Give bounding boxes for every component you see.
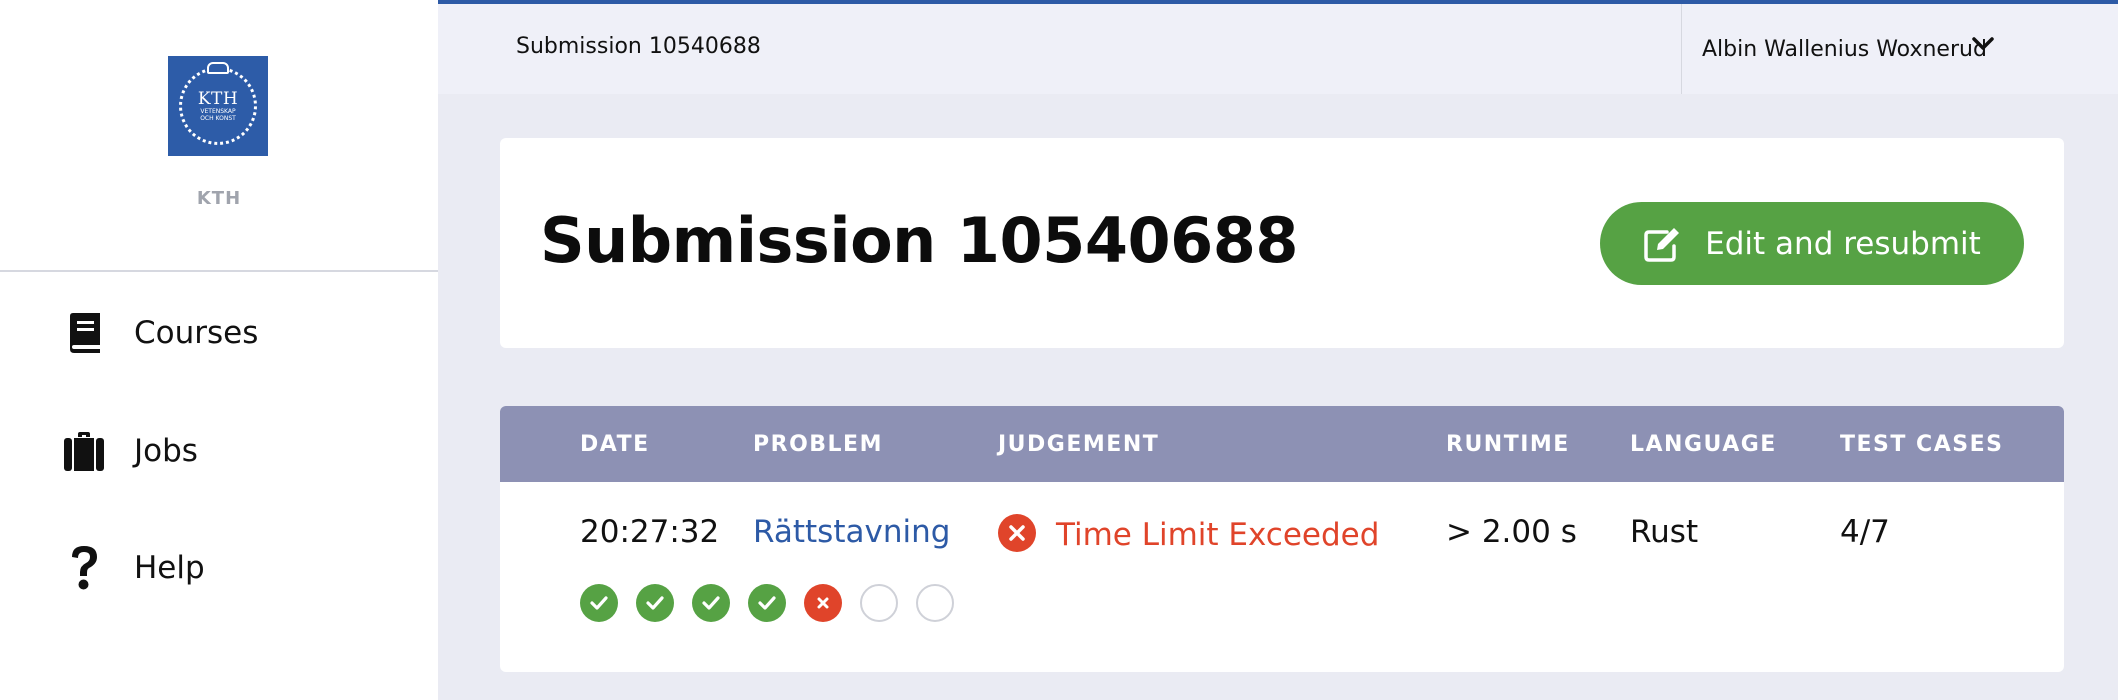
test-case-pass-icon[interactable] bbox=[636, 584, 674, 622]
org-name: KTH bbox=[196, 188, 242, 209]
column-header-judgement: JUDGEMENT bbox=[998, 432, 1160, 457]
chevron-down-icon[interactable] bbox=[1972, 36, 1994, 56]
org-logo[interactable]: KTH VETENSKAP OCH KONST bbox=[168, 56, 268, 156]
column-header-test-cases: TEST CASES bbox=[1840, 432, 2004, 457]
sidebar: KTH VETENSKAP OCH KONST KTH Courses Jobs… bbox=[0, 0, 438, 700]
test-case-fail-icon[interactable] bbox=[804, 584, 842, 622]
error-icon bbox=[998, 514, 1036, 556]
column-header-language: LANGUAGE bbox=[1630, 432, 1777, 457]
cell-judgement: Time Limit Exceeded bbox=[998, 514, 1379, 556]
test-case-pass-icon[interactable] bbox=[692, 584, 730, 622]
cell-language: Rust bbox=[1630, 514, 1699, 550]
test-case-results bbox=[580, 584, 972, 622]
sidebar-header: KTH VETENSKAP OCH KONST KTH bbox=[0, 0, 438, 272]
column-header-date: DATE bbox=[580, 432, 650, 457]
briefcase-icon bbox=[64, 429, 104, 473]
problem-link[interactable]: Rättstavning bbox=[753, 514, 950, 550]
table-header-row: DATE PROBLEM JUDGEMENT RUNTIME LANGUAGE … bbox=[500, 406, 2064, 482]
sidebar-item-help[interactable]: Help bbox=[64, 543, 205, 593]
sidebar-item-label: Help bbox=[134, 550, 205, 586]
logo-subtext-1: VETENSKAP bbox=[200, 108, 236, 115]
cell-test-cases: 4/7 bbox=[1840, 514, 1890, 550]
page-title: Submission 10540688 bbox=[540, 204, 1299, 277]
topbar: Submission 10540688 Albin Wallenius Woxn… bbox=[438, 4, 2118, 94]
book-icon bbox=[64, 311, 104, 355]
sidebar-item-label: Courses bbox=[134, 315, 259, 351]
sidebar-item-label: Jobs bbox=[134, 433, 198, 469]
sidebar-item-jobs[interactable]: Jobs bbox=[64, 426, 198, 476]
test-case-not-run-icon[interactable] bbox=[916, 584, 954, 622]
submission-header-card: Submission 10540688 Edit and resubmit bbox=[500, 138, 2064, 348]
question-icon bbox=[64, 546, 104, 590]
logo-text: KTH bbox=[197, 89, 239, 109]
crown-icon bbox=[207, 62, 229, 74]
user-menu[interactable]: Albin Wallenius Woxnerud bbox=[1681, 4, 2118, 94]
breadcrumb-title: Submission 10540688 bbox=[516, 34, 761, 59]
judgement-text: Time Limit Exceeded bbox=[1056, 517, 1380, 553]
edit-and-resubmit-button[interactable]: Edit and resubmit bbox=[1600, 202, 2024, 285]
test-case-pass-icon[interactable] bbox=[748, 584, 786, 622]
logo-subtext-2: OCH KONST bbox=[200, 115, 236, 122]
column-header-problem: PROBLEM bbox=[753, 432, 883, 457]
logo-seal: KTH VETENSKAP OCH KONST bbox=[179, 62, 257, 145]
cell-runtime: > 2.00 s bbox=[1446, 514, 1577, 550]
column-header-runtime: RUNTIME bbox=[1446, 432, 1570, 457]
cell-date: 20:27:32 bbox=[580, 514, 720, 550]
submission-table: DATE PROBLEM JUDGEMENT RUNTIME LANGUAGE … bbox=[500, 406, 2064, 672]
sidebar-item-courses[interactable]: Courses bbox=[64, 308, 258, 358]
edit-icon bbox=[1643, 226, 1681, 262]
user-name: Albin Wallenius Woxnerud bbox=[1702, 36, 1987, 62]
resubmit-label: Edit and resubmit bbox=[1705, 225, 1981, 262]
test-case-pass-icon[interactable] bbox=[580, 584, 618, 622]
test-case-not-run-icon[interactable] bbox=[860, 584, 898, 622]
